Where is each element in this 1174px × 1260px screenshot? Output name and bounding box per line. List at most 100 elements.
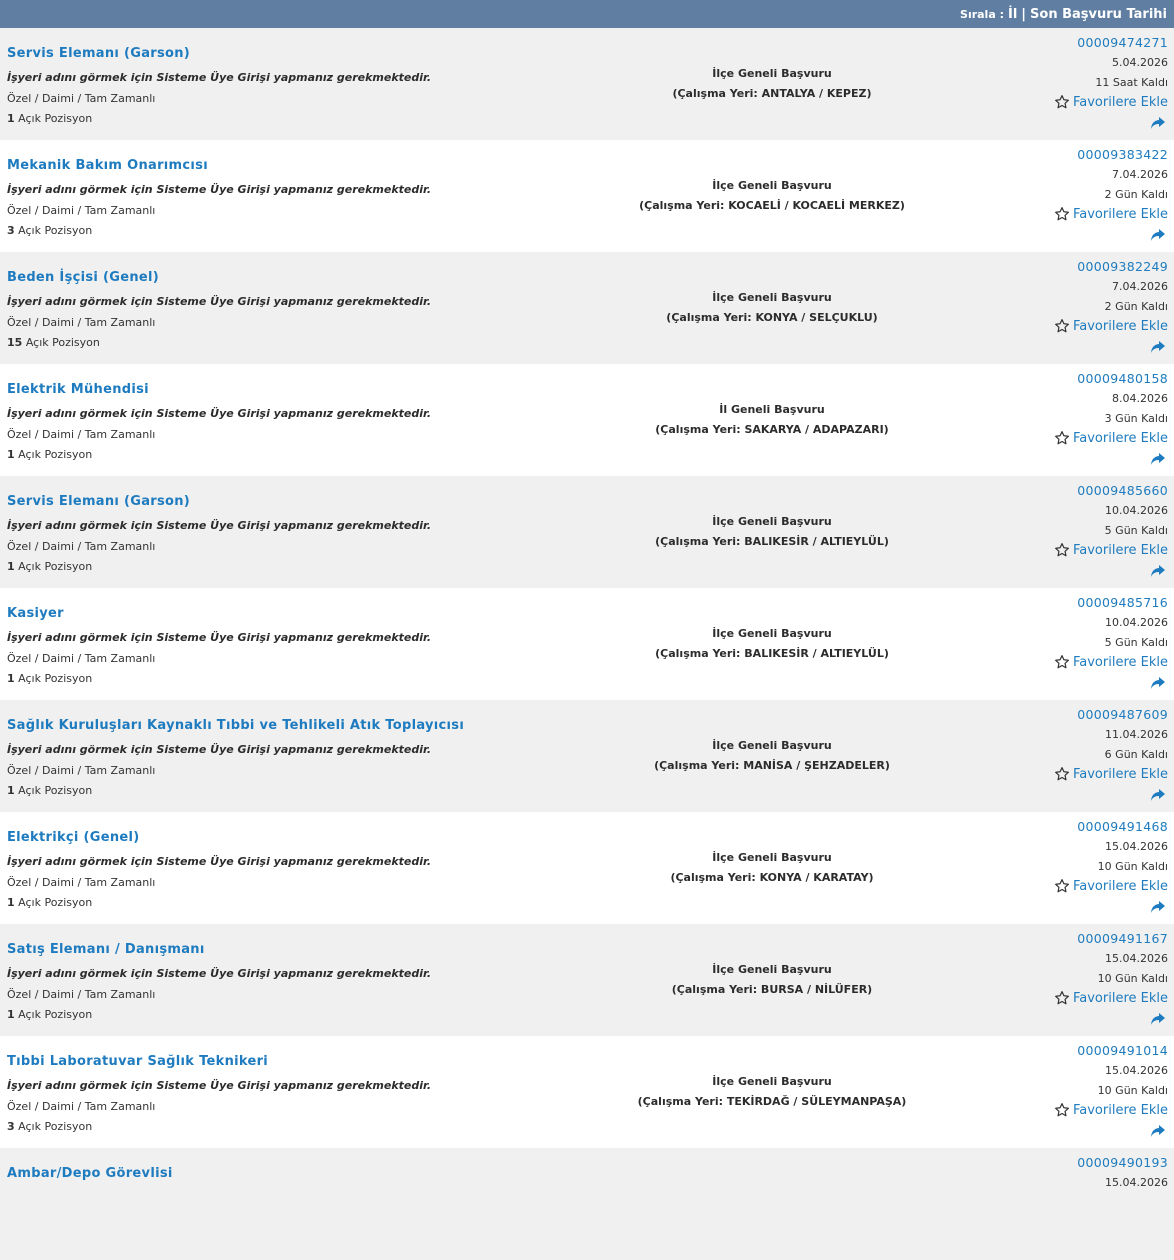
time-remaining: 3 Gün Kaldı	[1104, 412, 1168, 425]
job-row: Tıbbi Laboratuvar Sağlık Teknikeri İşyer…	[0, 1036, 1174, 1148]
share-icon[interactable]	[1150, 452, 1166, 466]
job-id-link[interactable]: 00009382249	[1077, 259, 1168, 274]
deadline-date: 7.04.2026	[1112, 168, 1168, 181]
job-title-link[interactable]: Mekanik Bakım Onarımcısı	[7, 158, 208, 173]
share-icon[interactable]	[1150, 900, 1166, 914]
add-favorite-label: Favorilere Ekle	[1072, 990, 1168, 1006]
job-id-link[interactable]: 00009474271	[1077, 35, 1168, 50]
time-remaining: 10 Gün Kaldı	[1097, 972, 1168, 985]
job-row: Kasiyer İşyeri adını görmek için Sisteme…	[0, 588, 1174, 700]
job-row: Elektrikçi (Genel) İşyeri adını görmek i…	[0, 812, 1174, 924]
job-title-link[interactable]: Elektrikçi (Genel)	[7, 830, 140, 845]
job-type: Özel / Daimi / Tam Zamanlı	[7, 876, 156, 889]
star-outline-icon	[1055, 655, 1069, 669]
share-icon[interactable]	[1150, 1124, 1166, 1138]
share-icon[interactable]	[1150, 340, 1166, 354]
add-favorite-button[interactable]: Favorilere Ekle	[1054, 878, 1168, 894]
star-outline-icon	[1055, 431, 1069, 445]
share-icon[interactable]	[1150, 564, 1166, 578]
job-id-link[interactable]: 00009485660	[1077, 483, 1168, 498]
work-location: (Çalışma Yeri: KONYA / KARATAY)	[670, 871, 874, 884]
job-title-link[interactable]: Beden İşçisi (Genel)	[7, 270, 159, 285]
add-favorite-button[interactable]: Favorilere Ekle	[1054, 542, 1168, 558]
work-location: (Çalışma Yeri: BALIKESİR / ALTIEYLÜL)	[655, 535, 889, 548]
job-title-link[interactable]: Servis Elemanı (Garson)	[7, 494, 190, 509]
employer-note: İşyeri adını görmek için Sisteme Üye Gir…	[7, 967, 432, 980]
open-positions-count: 3	[7, 224, 15, 237]
open-positions-label: Açık Pozisyon	[18, 896, 93, 909]
employer-note: İşyeri adını görmek için Sisteme Üye Gir…	[7, 71, 432, 84]
add-favorite-label: Favorilere Ekle	[1072, 542, 1168, 558]
job-id-link[interactable]: 00009480158	[1077, 371, 1168, 386]
deadline-date: 11.04.2026	[1105, 728, 1168, 741]
open-positions-count: 3	[7, 1120, 15, 1133]
star-outline-icon	[1055, 991, 1069, 1005]
open-positions: 1 Açık Pozisyon	[7, 1008, 92, 1021]
job-id-link[interactable]: 00009490193	[1077, 1155, 1168, 1170]
add-favorite-label: Favorilere Ekle	[1072, 206, 1168, 222]
add-favorite-button[interactable]: Favorilere Ekle	[1054, 318, 1168, 334]
share-icon[interactable]	[1150, 788, 1166, 802]
deadline-date: 10.04.2026	[1105, 616, 1168, 629]
job-title-link[interactable]: Satış Elemanı / Danışmanı	[7, 942, 205, 957]
job-id-link[interactable]: 00009491468	[1077, 819, 1168, 834]
add-favorite-label: Favorilere Ekle	[1072, 430, 1168, 446]
employer-note: İşyeri adını görmek için Sisteme Üye Gir…	[7, 1079, 432, 1092]
deadline-date: 15.04.2026	[1105, 840, 1168, 853]
job-id-link[interactable]: 00009491014	[1077, 1043, 1168, 1058]
sort-by-city-link[interactable]: İl	[1008, 7, 1017, 22]
job-id-link[interactable]: 00009487609	[1077, 707, 1168, 722]
job-type: Özel / Daimi / Tam Zamanlı	[7, 988, 156, 1001]
job-title-link[interactable]: Servis Elemanı (Garson)	[7, 46, 190, 61]
share-icon[interactable]	[1150, 116, 1166, 130]
job-row: Satış Elemanı / Danışmanı İşyeri adını g…	[0, 924, 1174, 1036]
job-type: Özel / Daimi / Tam Zamanlı	[7, 764, 156, 777]
job-row: Elektrik Mühendisi İşyeri adını görmek i…	[0, 364, 1174, 476]
job-id-link[interactable]: 00009383422	[1077, 147, 1168, 162]
open-positions: 1 Açık Pozisyon	[7, 896, 92, 909]
job-title-link[interactable]: Kasiyer	[7, 606, 64, 621]
job-row: Ambar/Depo Görevlisi 00009490193 15.04.2…	[0, 1148, 1174, 1260]
work-location: (Çalışma Yeri: KOCAELİ / KOCAELİ MERKEZ)	[639, 199, 905, 212]
star-outline-icon	[1055, 95, 1069, 109]
add-favorite-button[interactable]: Favorilere Ekle	[1054, 94, 1168, 110]
sort-bar: Sırala : İl | Son Başvuru Tarihi	[0, 0, 1174, 28]
work-location: (Çalışma Yeri: BALIKESİR / ALTIEYLÜL)	[655, 647, 889, 660]
add-favorite-button[interactable]: Favorilere Ekle	[1054, 766, 1168, 782]
share-icon[interactable]	[1150, 1012, 1166, 1026]
deadline-date: 8.04.2026	[1112, 392, 1168, 405]
job-type: Özel / Daimi / Tam Zamanlı	[7, 1100, 156, 1113]
add-favorite-button[interactable]: Favorilere Ekle	[1054, 654, 1168, 670]
sort-by-deadline-link[interactable]: Son Başvuru Tarihi	[1030, 7, 1167, 22]
add-favorite-label: Favorilere Ekle	[1072, 1102, 1168, 1118]
job-type: Özel / Daimi / Tam Zamanlı	[7, 92, 156, 105]
share-icon[interactable]	[1150, 228, 1166, 242]
employer-note: İşyeri adını görmek için Sisteme Üye Gir…	[7, 295, 432, 308]
deadline-date: 15.04.2026	[1105, 1176, 1168, 1189]
open-positions-label: Açık Pozisyon	[18, 672, 93, 685]
employer-note: İşyeri adını görmek için Sisteme Üye Gir…	[7, 519, 432, 532]
add-favorite-button[interactable]: Favorilere Ekle	[1054, 990, 1168, 1006]
add-favorite-button[interactable]: Favorilere Ekle	[1054, 206, 1168, 222]
job-title-link[interactable]: Sağlık Kuruluşları Kaynaklı Tıbbi ve Teh…	[7, 718, 464, 733]
job-row: Servis Elemanı (Garson) İşyeri adını gör…	[0, 28, 1174, 140]
open-positions-label: Açık Pozisyon	[18, 1120, 93, 1133]
time-remaining: 2 Gün Kaldı	[1104, 188, 1168, 201]
job-id-link[interactable]: 00009485716	[1077, 595, 1168, 610]
add-favorite-button[interactable]: Favorilere Ekle	[1054, 430, 1168, 446]
job-title-link[interactable]: Ambar/Depo Görevlisi	[7, 1166, 173, 1181]
time-remaining: 5 Gün Kaldı	[1104, 524, 1168, 537]
job-title-link[interactable]: Tıbbi Laboratuvar Sağlık Teknikeri	[7, 1054, 268, 1069]
application-scope: İl Geneli Başvuru	[719, 403, 825, 416]
add-favorite-button[interactable]: Favorilere Ekle	[1054, 1102, 1168, 1118]
open-positions-label: Açık Pozisyon	[18, 448, 93, 461]
job-row: Servis Elemanı (Garson) İşyeri adını gör…	[0, 476, 1174, 588]
star-outline-icon	[1055, 543, 1069, 557]
job-id-link[interactable]: 00009491167	[1077, 931, 1168, 946]
application-scope: İlçe Geneli Başvuru	[712, 963, 832, 976]
deadline-date: 15.04.2026	[1105, 1064, 1168, 1077]
job-title-link[interactable]: Elektrik Mühendisi	[7, 382, 149, 397]
open-positions-label: Açık Pozisyon	[18, 224, 93, 237]
application-scope: İlçe Geneli Başvuru	[712, 515, 832, 528]
share-icon[interactable]	[1150, 676, 1166, 690]
